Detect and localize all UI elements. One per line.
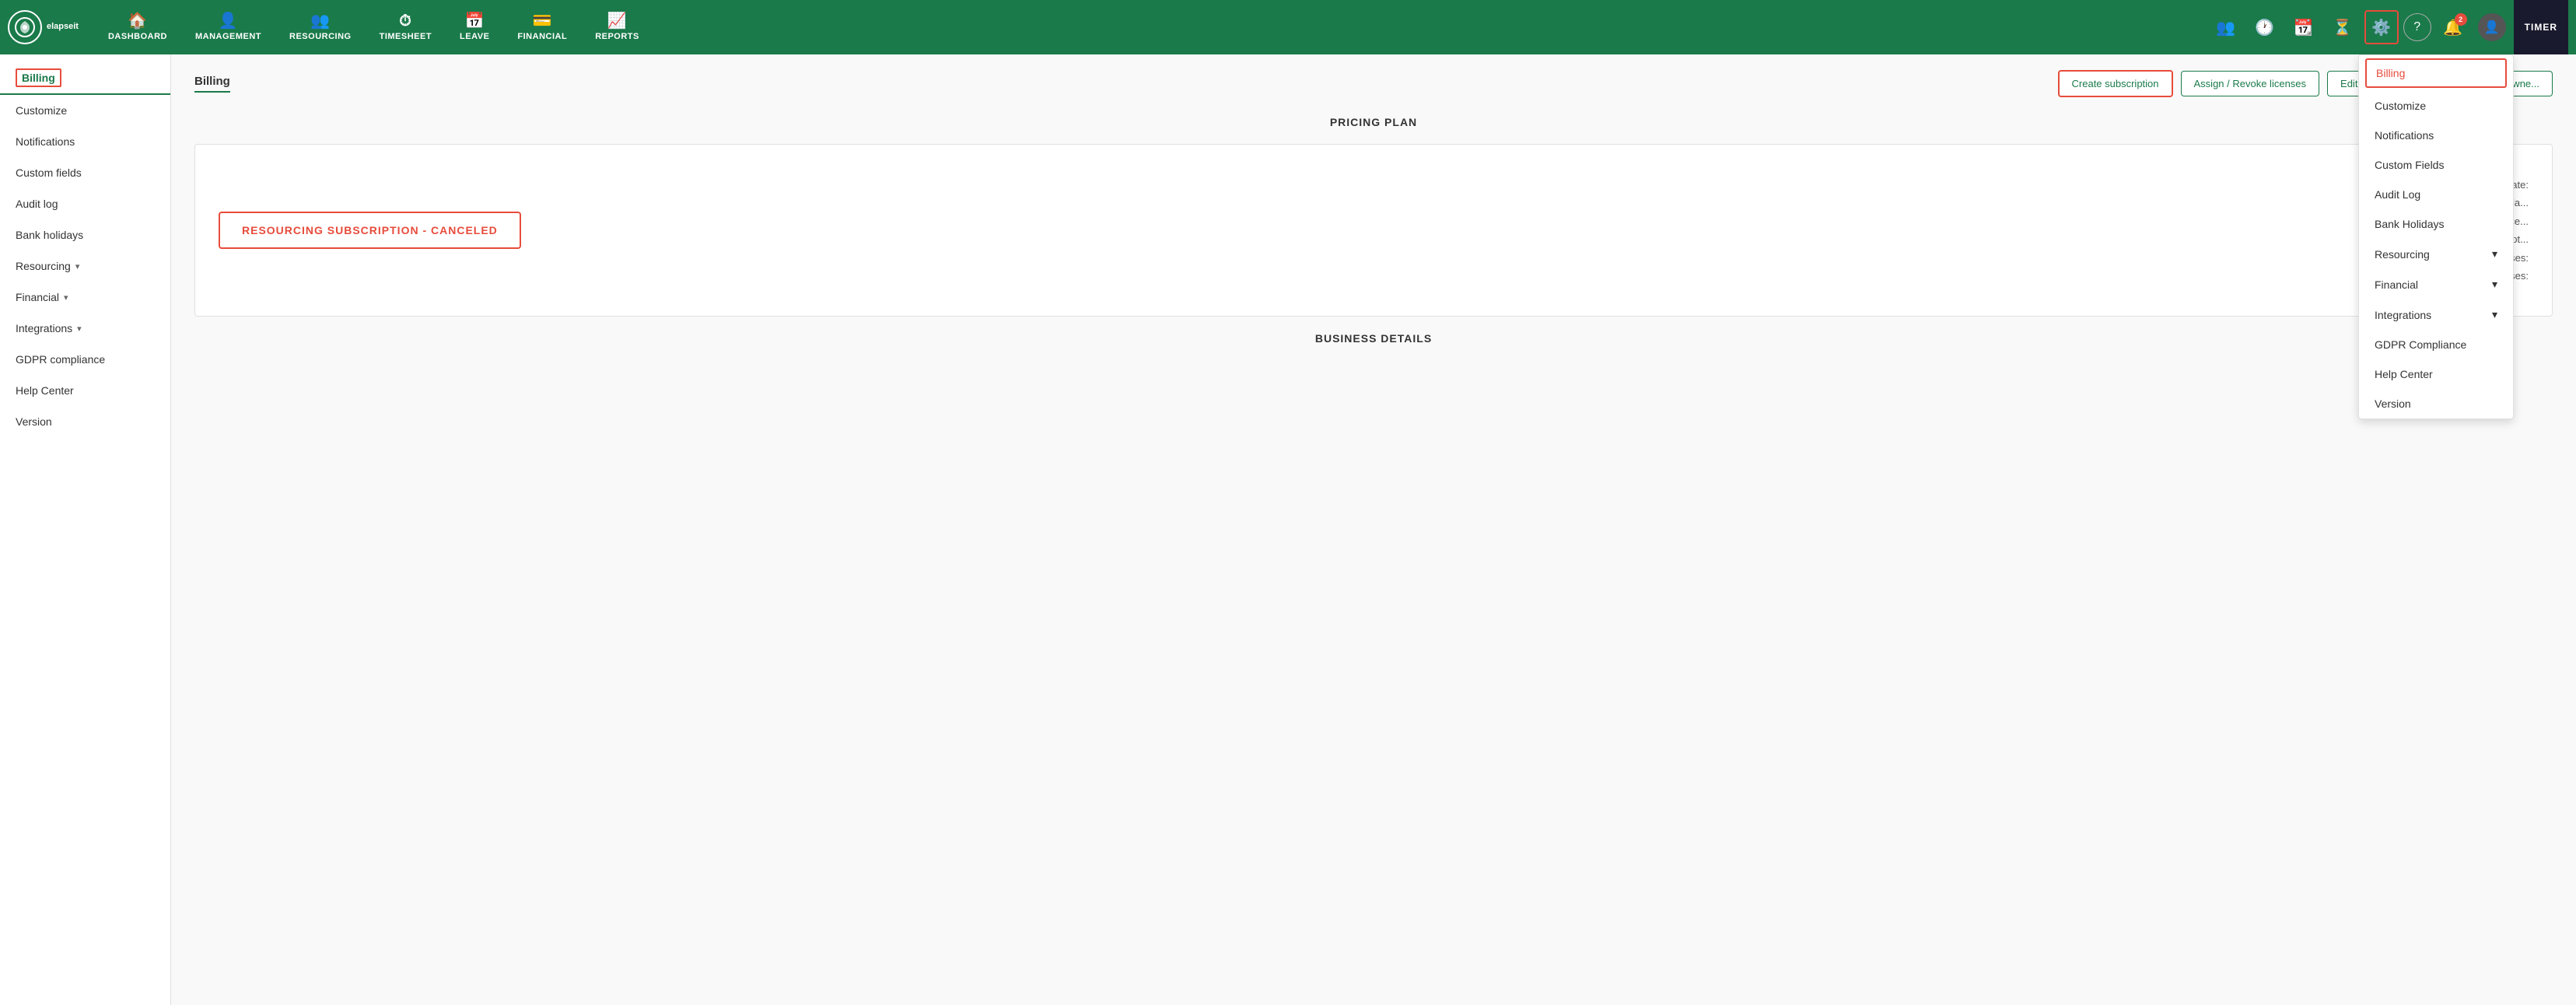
sidebar-item-notifications[interactable]: Notifications <box>0 126 170 157</box>
dropdown-bank-holidays[interactable]: Bank Holidays <box>2359 209 2513 239</box>
sidebar-item-bank-holidays[interactable]: Bank holidays <box>0 219 170 250</box>
nav-leave-label: LEAVE <box>460 32 489 41</box>
timesheet-icon: ⏱ <box>399 13 411 29</box>
settings-dropdown: Billing Customize Notifications Custom F… <box>2358 54 2514 419</box>
sidebar-integrations-chevron: ▾ <box>77 324 82 334</box>
sidebar-financial-chevron: ▾ <box>64 292 68 303</box>
logo-circle <box>8 10 42 44</box>
sidebar-financial-label: Financial <box>16 291 59 303</box>
nav-reports[interactable]: 📈 REPORTS <box>581 0 653 54</box>
dropdown-audit-log[interactable]: Audit Log <box>2359 180 2513 209</box>
calendar-nav-icon[interactable]: 📆 <box>2287 10 2321 44</box>
nav-leave[interactable]: 📅 LEAVE <box>446 0 503 54</box>
dropdown-integrations-chevron: ▾ <box>2492 308 2497 321</box>
dropdown-financial-label: Financial <box>2375 278 2418 291</box>
nav-resourcing[interactable]: 👥 RESOURCING <box>275 0 366 54</box>
dropdown-version[interactable]: Version <box>2359 389 2513 418</box>
nav-timesheet[interactable]: ⏱ TIMESHEET <box>366 0 446 54</box>
nav-dashboard[interactable]: 🏠 DASHBOARD <box>94 0 181 54</box>
sidebar-resourcing-label: Resourcing <box>16 260 71 272</box>
sidebar-item-integrations[interactable]: Integrations ▾ <box>0 313 170 344</box>
subscription-status-badge: RESOURCING SUBSCRIPTION - CANCELED <box>219 212 521 249</box>
nav-management[interactable]: 👤 MANAGEMENT <box>181 0 275 54</box>
sidebar-integrations-label: Integrations <box>16 322 72 334</box>
sidebar-item-audit-log[interactable]: Audit log <box>0 188 170 219</box>
top-navigation: elapseit 🏠 DASHBOARD 👤 MANAGEMENT 👥 RESO… <box>0 0 2576 54</box>
sidebar-item-custom-fields[interactable]: Custom fields <box>0 157 170 188</box>
dropdown-integrations[interactable]: Integrations ▾ <box>2359 299 2513 330</box>
help-nav-icon[interactable]: ? <box>2403 13 2431 41</box>
dropdown-financial-chevron: ▾ <box>2492 278 2497 291</box>
dropdown-integrations-label: Integrations <box>2375 309 2431 321</box>
reports-icon: 📈 <box>607 13 627 29</box>
nav-right-icons: 👥 🕐 📆 ⏳ ⚙️ ? 🔔 2 👤 TIMER <box>2209 0 2568 54</box>
pricing-plan-title: PRICING PLAN <box>194 116 2553 128</box>
nav-dashboard-label: DASHBOARD <box>108 32 167 41</box>
nav-resourcing-label: RESOURCING <box>289 32 352 41</box>
user-avatar[interactable]: 👤 <box>2475 10 2509 44</box>
dropdown-resourcing-chevron: ▾ <box>2492 247 2497 261</box>
nav-timesheet-label: TIMESHEET <box>380 32 432 41</box>
create-subscription-button[interactable]: Create subscription <box>2058 70 2173 97</box>
financial-icon: 💳 <box>533 13 552 29</box>
sidebar-item-customize[interactable]: Customize <box>0 95 170 126</box>
sidebar-billing-label: Billing <box>16 68 61 87</box>
management-icon: 👤 <box>219 13 238 29</box>
people-nav-icon[interactable]: 👥 <box>2209 10 2243 44</box>
dropdown-gdpr[interactable]: GDPR Compliance <box>2359 330 2513 359</box>
business-details-title: BUSINESS DETAILS <box>194 332 2553 345</box>
clock-nav-icon[interactable]: 🕐 <box>2248 10 2282 44</box>
resourcing-icon: 👥 <box>310 13 330 29</box>
sidebar-resourcing-chevron: ▾ <box>75 261 80 271</box>
dropdown-custom-fields[interactable]: Custom Fields <box>2359 150 2513 180</box>
sidebar-item-billing[interactable]: Billing <box>0 62 170 95</box>
assign-revoke-button[interactable]: Assign / Revoke licenses <box>2181 71 2320 96</box>
timer-button[interactable]: TIMER <box>2514 0 2568 54</box>
main-layout: Billing Customize Notifications Custom f… <box>0 54 2576 1005</box>
dropdown-resourcing-label: Resourcing <box>2375 248 2430 261</box>
nav-reports-label: REPORTS <box>595 32 639 41</box>
content-header: Billing Create subscription Assign / Rev… <box>194 70 2553 97</box>
dropdown-financial[interactable]: Financial ▾ <box>2359 269 2513 299</box>
sidebar-item-gdpr[interactable]: GDPR compliance <box>0 344 170 375</box>
dropdown-help-center[interactable]: Help Center <box>2359 359 2513 389</box>
page-title: Billing <box>194 75 230 93</box>
logo-icon <box>14 16 36 38</box>
notification-nav-icon[interactable]: 🔔 2 <box>2436 10 2470 44</box>
logo-text: elapseit <box>47 22 79 32</box>
sidebar-item-version[interactable]: Version <box>0 406 170 437</box>
sidebar: Billing Customize Notifications Custom f… <box>0 54 171 1005</box>
dropdown-resourcing[interactable]: Resourcing ▾ <box>2359 239 2513 269</box>
main-content: Billing Create subscription Assign / Rev… <box>171 54 2576 1005</box>
sidebar-item-financial[interactable]: Financial ▾ <box>0 282 170 313</box>
nav-menu: 🏠 DASHBOARD 👤 MANAGEMENT 👥 RESOURCING ⏱ … <box>94 0 2209 54</box>
nav-financial-label: FINANCIAL <box>517 32 567 41</box>
sidebar-item-help-center[interactable]: Help Center <box>0 375 170 406</box>
dropdown-customize[interactable]: Customize <box>2359 91 2513 121</box>
sidebar-item-resourcing[interactable]: Resourcing ▾ <box>0 250 170 282</box>
nav-management-label: MANAGEMENT <box>195 32 261 41</box>
subscription-box: RESOURCING SUBSCRIPTION - CANCELED Regis… <box>194 144 2553 317</box>
gear-nav-icon[interactable]: ⚙️ <box>2364 10 2399 44</box>
dropdown-notifications[interactable]: Notifications <box>2359 121 2513 150</box>
dropdown-billing[interactable]: Billing <box>2365 58 2507 88</box>
leave-icon: 📅 <box>465 13 485 29</box>
dashboard-icon: 🏠 <box>128 13 147 29</box>
notification-badge: 2 <box>2455 13 2467 26</box>
nav-financial[interactable]: 💳 FINANCIAL <box>503 0 581 54</box>
hourglass-nav-icon[interactable]: ⏳ <box>2326 10 2360 44</box>
logo[interactable]: elapseit <box>8 10 79 44</box>
